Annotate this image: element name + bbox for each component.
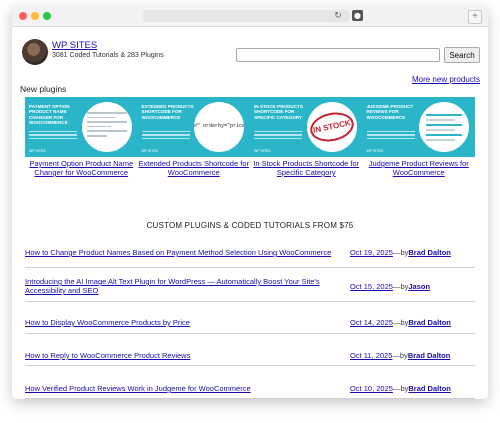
post-title-link[interactable]: How Verified Product Reviews Work in Jud… <box>25 384 335 393</box>
post-date-link[interactable]: Oct 14, 2025 <box>350 318 393 327</box>
post-byline: —by <box>392 351 408 360</box>
tile-title: JUDGEME PRODUCT REVIEWS FOR WOOCOMMERCE <box>366 104 414 120</box>
tile-description-lines <box>254 131 302 141</box>
post-row: How to Reply to WooCommerce Product Revi… <box>25 334 475 366</box>
post-author-link[interactable]: Brad Dalton <box>408 384 451 393</box>
search-input[interactable] <box>236 48 440 62</box>
post-author-link[interactable]: Brad Dalton <box>408 248 451 257</box>
tile-preview-image: #" orderby="price" or <box>194 102 244 152</box>
plugin-tile-judgeme[interactable]: JUDGEME PRODUCT REVIEWS FOR WOOCOMMERCE … <box>363 97 476 157</box>
reload-icon[interactable]: ↻ <box>331 10 345 22</box>
post-title-link[interactable]: How to Display WooCommerce Products by P… <box>25 318 335 327</box>
post-title-link[interactable]: How to Reply to WooCommerce Product Revi… <box>25 351 335 360</box>
post-title-link[interactable]: Introducing the AI Image Alt Text Plugin… <box>25 277 335 295</box>
plugin-tile-payment-option[interactable]: PAYMENT OPTION PRODUCT NAME CHANGER FOR … <box>25 97 138 157</box>
tile-logo: WP SITES <box>254 149 271 153</box>
plugin-link-extended-shortcode[interactable]: Extended Products Shortcode for WooComme… <box>138 159 251 177</box>
tile-description-lines <box>141 131 190 141</box>
post-meta: Oct 11, 2025—byBrad Dalton <box>350 351 450 360</box>
post-row: How to Display WooCommerce Products by P… <box>25 302 475 334</box>
tile-description-lines <box>29 131 77 141</box>
tile-title: IN STOCK PRODUCTS SHORTCODE FOR SPECIFIC… <box>254 104 303 120</box>
avatar[interactable] <box>22 39 48 65</box>
tile-logo: WP SITES <box>366 149 384 153</box>
plugin-tile-in-stock[interactable]: IN STOCK PRODUCTS SHORTCODE FOR SPECIFIC… <box>250 97 363 157</box>
posts-heading: CUSTOM PLUGINS & CODED TUTORIALS FROM $7… <box>146 221 354 230</box>
post-author-link[interactable]: Brad Dalton <box>408 318 451 327</box>
post-date-link[interactable]: Oct 15, 2025 <box>350 282 393 291</box>
post-date-link[interactable]: Oct 11, 2025 <box>350 351 392 360</box>
post-byline: —by <box>392 248 409 257</box>
more-new-products-link[interactable]: More new products <box>412 75 480 84</box>
plugin-link-in-stock[interactable]: In Stock Products Shortcode for Specific… <box>250 159 363 177</box>
tile-logo: WP SITES <box>29 149 46 153</box>
post-author-link[interactable]: Brad Dalton <box>408 351 451 360</box>
new-plugins-banner: PAYMENT OPTION PRODUCT NAME CHANGER FOR … <box>25 97 475 157</box>
new-tab-button[interactable]: + <box>468 10 482 24</box>
post-row: Introducing the AI Image Alt Text Plugin… <box>25 268 475 302</box>
plugin-link-payment-option[interactable]: Payment Option Product Name Changer for … <box>25 159 138 177</box>
tile-preview-image <box>419 102 469 152</box>
tile-description-lines <box>366 131 415 141</box>
web-page: WP SITES 3081 Coded Tutorials & 283 Plug… <box>12 27 488 399</box>
minimize-window-button[interactable] <box>31 12 39 20</box>
tile-title: EXTENDED PRODUCTS SHORTCODE FOR WOOCOMME… <box>141 104 194 120</box>
post-meta: Oct 19, 2025—byBrad Dalton <box>350 248 451 257</box>
post-meta: Oct 10, 2025—byBrad Dalton <box>350 384 451 393</box>
tile-title: PAYMENT OPTION PRODUCT NAME CHANGER FOR … <box>29 104 70 126</box>
post-date-link[interactable]: Oct 10, 2025 <box>350 384 393 393</box>
post-byline: —by <box>392 318 409 327</box>
post-meta: Oct 14, 2025—byBrad Dalton <box>350 318 451 327</box>
tile-preview-image <box>81 102 132 152</box>
extension-icon[interactable]: ● <box>352 10 363 21</box>
browser-titlebar: ↻ ● + <box>12 6 488 27</box>
address-bar[interactable] <box>143 10 349 22</box>
browser-window: ↻ ● + WP SITES 3081 Coded Tutorials & 28… <box>12 6 488 399</box>
site-name-link[interactable]: WP SITES <box>52 40 97 51</box>
maximize-window-button[interactable] <box>43 12 51 20</box>
plugin-link-judgeme[interactable]: Judgeme Product Reviews for WooCommerce <box>363 159 476 177</box>
plugin-captions: Payment Option Product Name Changer for … <box>25 159 475 177</box>
tile-logo: WP SITES <box>141 149 159 153</box>
site-tagline: 3081 Coded Tutorials & 283 Plugins <box>52 52 164 59</box>
post-meta: Oct 15, 2025—byJason <box>350 282 430 291</box>
post-byline: —by <box>392 282 409 291</box>
post-row: How to Change Product Names Based on Pay… <box>25 241 475 268</box>
post-row: How Verified Product Reviews Work in Jud… <box>25 366 475 399</box>
post-title-link[interactable]: How to Change Product Names Based on Pay… <box>25 248 335 257</box>
new-plugins-label: New plugins <box>20 84 67 94</box>
post-date-link[interactable]: Oct 19, 2025 <box>350 248 393 257</box>
in-stock-stamp-icon: IN STOCK <box>307 108 356 146</box>
post-byline: —by <box>392 384 409 393</box>
tile-code-snippet: #" orderby="price" or <box>194 123 244 129</box>
search-button[interactable]: Search <box>444 47 480 63</box>
post-author-link[interactable]: Jason <box>408 282 430 291</box>
tile-preview-image: IN STOCK <box>306 102 357 152</box>
plugin-tile-extended-shortcode[interactable]: EXTENDED PRODUCTS SHORTCODE FOR WOOCOMME… <box>138 97 251 157</box>
close-window-button[interactable] <box>19 12 27 20</box>
